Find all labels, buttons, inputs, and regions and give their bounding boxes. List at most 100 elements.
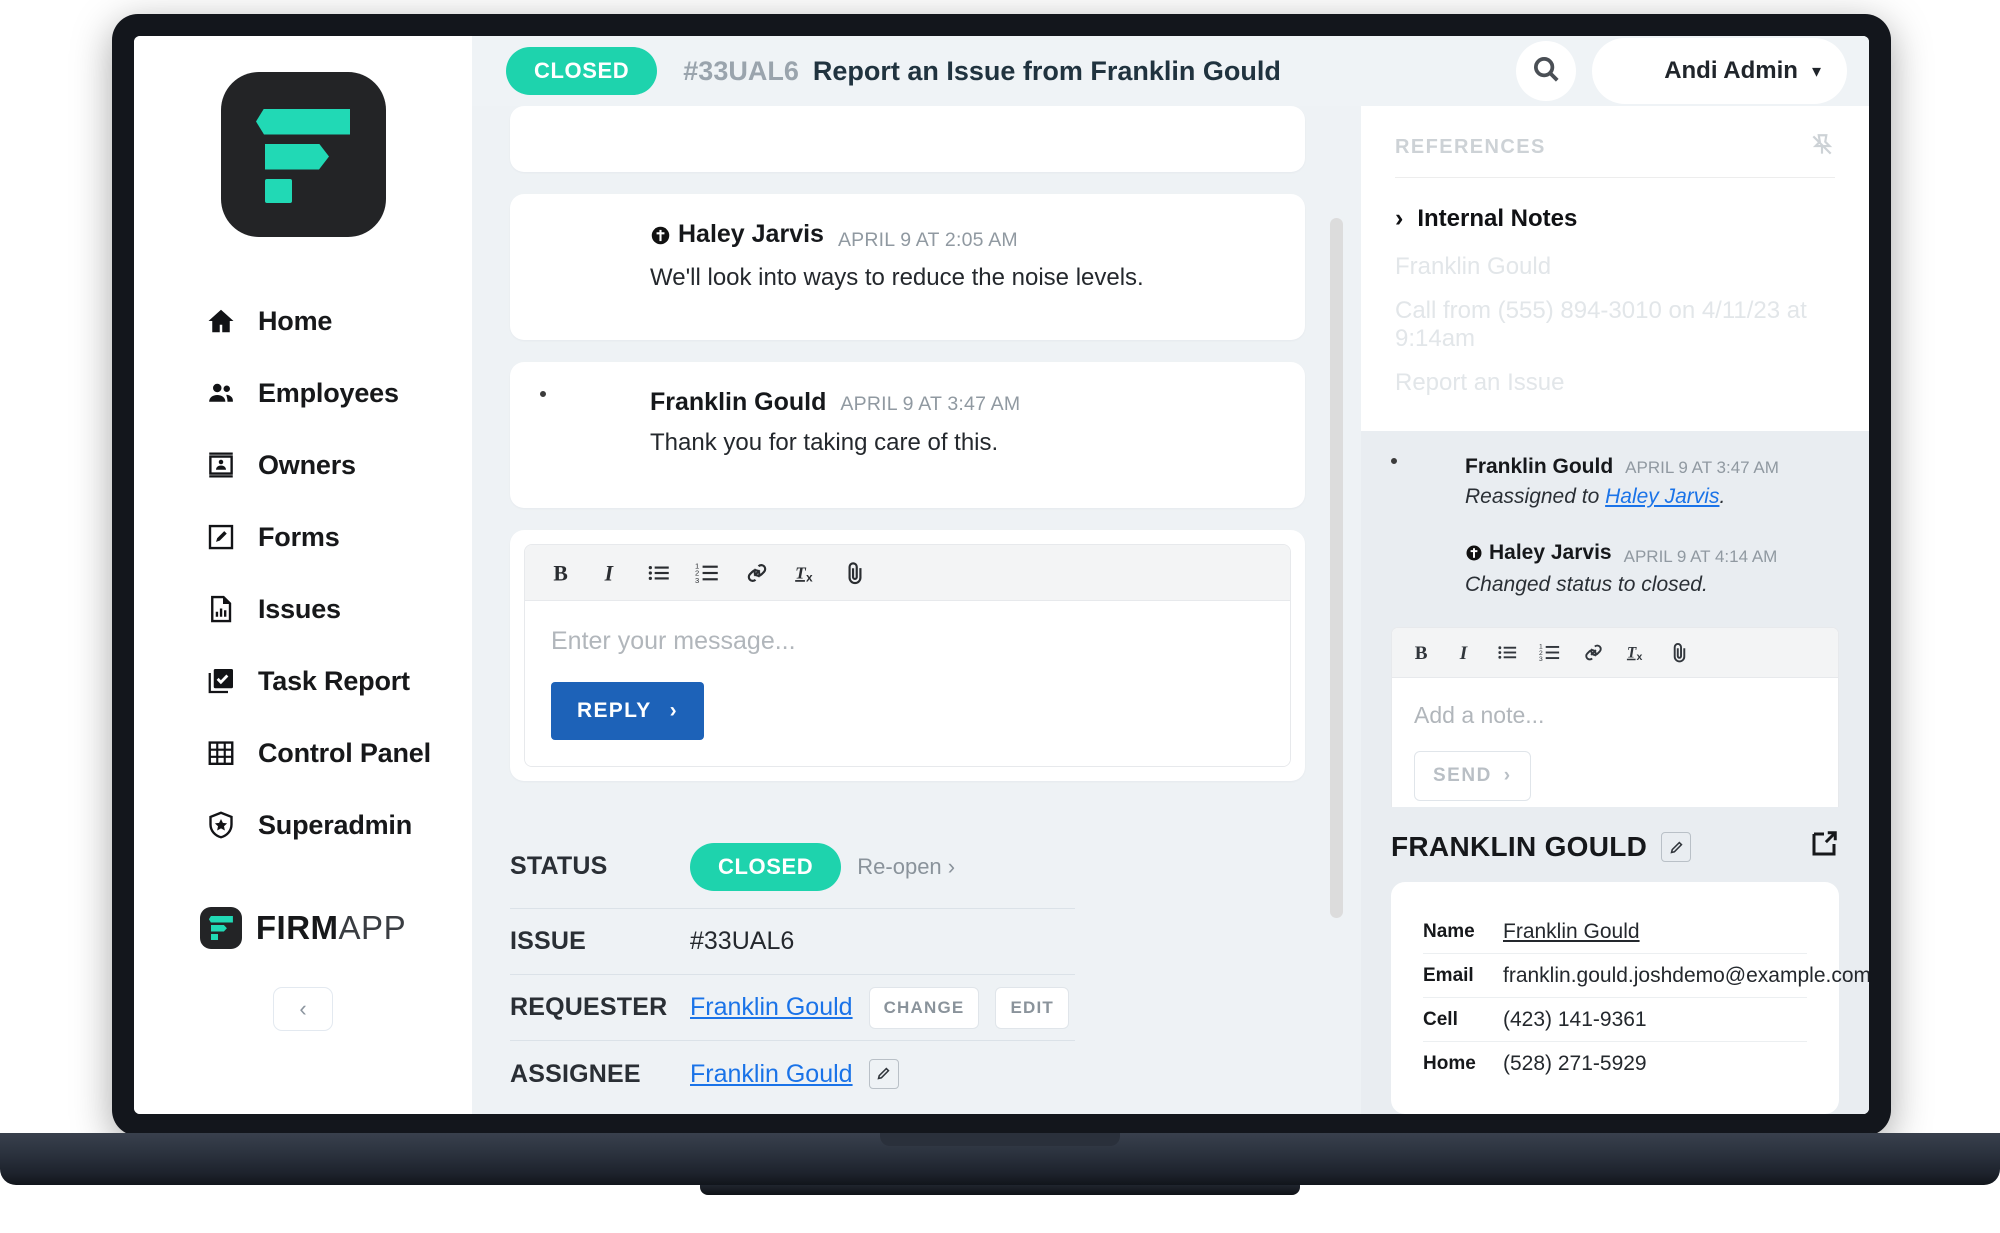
page-title: Report an Issue from Franklin Gould (812, 55, 1281, 86)
clear-formatting-icon[interactable]: Tx (792, 559, 819, 586)
sidebar-item-forms[interactable]: Forms (206, 501, 472, 573)
people-icon (206, 378, 236, 408)
note-author: Haley Jarvis (1465, 541, 1612, 565)
id-card-icon (206, 450, 236, 480)
grid-icon (206, 738, 236, 768)
bold-icon[interactable]: B (1408, 639, 1435, 666)
sidebar-collapse-button[interactable]: ‹ (273, 987, 333, 1031)
attachment-icon[interactable] (1666, 639, 1693, 666)
document-chart-icon (206, 594, 236, 624)
screenshot-stage: Home Employees Owners Forms Issues Task … (0, 0, 2000, 1233)
open-external-button[interactable] (1809, 829, 1839, 864)
sidebar-item-task-report[interactable]: Task Report (206, 645, 472, 717)
reference-line[interactable]: Call from (555) 894-3010 on 4/11/23 at 9… (1361, 289, 1869, 361)
note-text-prefix: Reassigned to (1465, 485, 1606, 508)
sidebar-item-owners[interactable]: Owners (206, 429, 472, 501)
contact-value[interactable]: Franklin Gould (1503, 920, 1640, 944)
sidebar-item-superadmin[interactable]: Superadmin (206, 789, 472, 861)
italic-icon[interactable]: I (1451, 639, 1478, 666)
edit-contact-button[interactable] (1661, 831, 1692, 862)
svg-text:3: 3 (695, 575, 699, 584)
content-area: Haley Jarvis APRIL 9 AT 2:05 AM We'll lo… (472, 106, 1869, 1114)
sidebar-item-control-panel[interactable]: Control Panel (206, 717, 472, 789)
detail-row-requester: REQUESTER Franklin Gould CHANGE EDIT (510, 975, 1075, 1041)
reply-input[interactable]: Enter your message... (525, 601, 1290, 656)
laptop-frame: Home Employees Owners Forms Issues Task … (112, 14, 1891, 1136)
svg-text:I: I (603, 561, 614, 585)
link-icon[interactable] (1580, 639, 1607, 666)
reference-line[interactable]: Report an Issue (1361, 361, 1869, 405)
sidebar-item-issues[interactable]: Issues (206, 573, 472, 645)
attachment-icon[interactable] (841, 559, 868, 586)
user-menu[interactable]: Andi Admin ▾ (1592, 38, 1847, 104)
reopen-link[interactable]: Re-open › (857, 854, 955, 880)
firmapp-mark-icon (199, 907, 242, 949)
thread-scrollbar[interactable] (1330, 218, 1343, 918)
contact-key: Cell (1423, 1008, 1458, 1030)
edit-assignee-button[interactable] (868, 1059, 899, 1089)
avatar (1600, 46, 1650, 96)
sidebar-item-home[interactable]: Home (206, 285, 472, 357)
references-header: REFERENCES (1361, 106, 1869, 178)
note-formatting-toolbar: B I 123 Tx (1392, 628, 1838, 678)
detail-row-issue: ISSUE #33UAL6 (510, 909, 1075, 975)
detail-row-assignee: ASSIGNEE Franklin Gould (510, 1041, 1075, 1107)
note-editor: B I 123 Tx Add a note... SEND › (1391, 627, 1839, 807)
topbar: CLOSED #33UAL6 Report an Issue from Fran… (472, 36, 1869, 106)
laptop-screen: Home Employees Owners Forms Issues Task … (134, 36, 1869, 1114)
firmapp-logo-icon (220, 72, 386, 237)
contact-key: Email (1423, 964, 1474, 986)
status-badge: CLOSED (506, 47, 658, 95)
message-time: APRIL 9 AT 3:47 AM (840, 393, 1021, 415)
detail-value: #33UAL6 (690, 927, 795, 955)
bulleted-list-icon[interactable] (1494, 639, 1521, 666)
contact-row: Cell (423) 141-9361 (1423, 998, 1807, 1042)
detail-key: REQUESTER (510, 993, 668, 1021)
link-icon[interactable] (743, 559, 770, 586)
firmapp-wordmark: FIRMAPP (199, 907, 406, 949)
bulleted-list-icon[interactable] (645, 559, 672, 586)
note-time: APRIL 9 AT 3:47 AM (1625, 458, 1779, 477)
change-requester-button[interactable]: CHANGE (868, 986, 980, 1029)
sidebar-item-employees[interactable]: Employees (206, 357, 472, 429)
assignee-link[interactable]: Franklin Gould (690, 1060, 853, 1089)
bold-icon[interactable]: B (547, 559, 574, 586)
note-text: Changed status to closed. (1465, 573, 1777, 597)
issue-details-table: STATUS CLOSED Re-open › ISSUE #33UAL6 RE… (510, 815, 1075, 1114)
chevron-right-icon: › (669, 699, 678, 722)
avatar (540, 106, 626, 138)
numbered-list-icon[interactable]: 123 (1537, 639, 1564, 666)
contact-row: Email franklin.gould.joshdemo@example.co… (1423, 954, 1869, 998)
agent-badge-icon (1465, 544, 1483, 562)
reference-line[interactable]: Franklin Gould (1361, 245, 1869, 289)
note-input[interactable]: Add a note... (1392, 678, 1838, 729)
reply-button-label: REPLY (577, 699, 652, 722)
note-text-link[interactable]: Haley Jarvis (1605, 485, 1719, 508)
avatar (540, 220, 626, 306)
references-list: › Internal Notes Franklin Gould Call fro… (1361, 178, 1869, 431)
contact-value: (423) 141-9361 (1503, 1007, 1647, 1031)
contact-row: Name Franklin Gould (1423, 910, 1807, 954)
status-badge: CLOSED (690, 842, 842, 891)
pin-off-icon[interactable] (1809, 132, 1835, 163)
send-note-button[interactable]: SEND › (1414, 751, 1531, 801)
sidebar-item-label: Superadmin (258, 809, 413, 840)
clear-formatting-icon[interactable]: Tx (1623, 639, 1650, 666)
user-name: Andi Admin (1664, 57, 1798, 84)
agent-badge-icon (650, 224, 671, 245)
pencil-icon (875, 1060, 892, 1089)
contact-key: Name (1423, 920, 1475, 942)
requester-link[interactable]: Franklin Gould (690, 993, 853, 1022)
avatar (540, 388, 626, 474)
note-time: APRIL 9 AT 4:14 AM (1623, 547, 1778, 566)
send-button-label: SEND (1433, 765, 1492, 786)
numbered-list-icon[interactable]: 123 (694, 559, 721, 586)
edit-requester-button[interactable]: EDIT (995, 986, 1069, 1029)
reply-button[interactable]: REPLY › (551, 682, 704, 740)
message-card: Haley Jarvis APRIL 9 AT 2:05 AM We'll lo… (510, 194, 1305, 340)
search-button[interactable] (1516, 41, 1577, 101)
italic-icon[interactable]: I (596, 559, 623, 586)
internal-notes-toggle[interactable]: › Internal Notes (1361, 200, 1869, 245)
detail-row-status: STATUS CLOSED Re-open › (510, 825, 1075, 909)
message-author: Haley Jarvis (650, 220, 824, 249)
